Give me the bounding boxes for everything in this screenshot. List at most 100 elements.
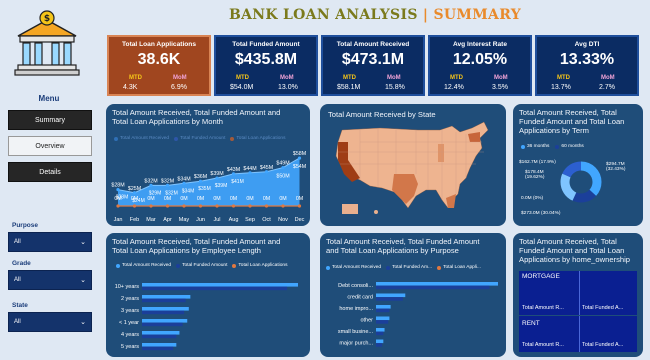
received-data-label: $25M — [128, 186, 141, 192]
purpose-panel: Total Amount Received, Total Funded Amou… — [320, 233, 506, 357]
received-data-label: $34M — [177, 176, 190, 182]
received-data-label: $39M — [210, 171, 223, 177]
applications-point — [198, 204, 203, 208]
alaska-shape[interactable] — [342, 204, 358, 214]
funded-data-label: $54M — [293, 164, 306, 170]
treemap-tile-mortgage[interactable]: MORTGAGE Total Amount R... Total Funded … — [519, 271, 637, 315]
kpi-mtd-label: MTD — [343, 75, 356, 81]
received-bar — [142, 295, 191, 299]
treemap-sub-label: Total Amount R... — [522, 305, 564, 311]
received-bar — [376, 328, 385, 332]
kpi-card-loan-applications: Total Loan Applications 38.6K MTD MoM 4.… — [107, 35, 211, 96]
purpose-filter-select[interactable]: All ⌄ — [8, 232, 92, 252]
applications-point — [132, 204, 137, 208]
state-filter-label: State — [12, 302, 28, 309]
x-tick-label: Dec — [295, 217, 305, 223]
x-tick-label: Apr — [163, 217, 172, 223]
employee-length-legend: Total Amount Received Total Funded Amoun… — [116, 263, 287, 268]
grade-filter-select[interactable]: All ⌄ — [8, 270, 92, 290]
funded-data-label: $29M — [149, 190, 162, 196]
category-label: 2 years — [121, 296, 139, 302]
kpi-mtd-label: MTD — [557, 75, 570, 81]
funded-bar — [142, 310, 185, 315]
funded-bar — [376, 343, 383, 347]
received-data-label: $28M — [111, 183, 124, 189]
funded-data-label: $32M — [165, 190, 178, 196]
hawaii-shape[interactable] — [374, 210, 378, 214]
kpi-mom-label: MoM — [173, 75, 187, 81]
title-line: Total Amount Received, Total Funded Amou… — [326, 237, 480, 246]
funded-data-label: $35M — [198, 186, 211, 192]
kpi-label: Total Loan Applications — [122, 41, 196, 48]
chevron-down-icon: ⌄ — [80, 277, 86, 284]
kpi-mtd-value: 13.7% — [551, 84, 571, 91]
home-ownership-title: Total Amount Received, Total Funded Amou… — [519, 237, 630, 264]
title-section: SUMMARY — [433, 7, 521, 23]
state-filter-select[interactable]: All ⌄ — [8, 312, 92, 332]
term-label: $178.4M (19.62%) — [525, 170, 545, 180]
x-tick-label: Jan — [114, 217, 123, 223]
received-bar — [142, 343, 177, 347]
funded-bar — [142, 322, 183, 327]
received-data-label: $49M — [276, 161, 289, 167]
applications-point — [116, 204, 120, 208]
received-bar — [376, 339, 384, 344]
monthly-chart-title: Total Amount Received, Total Funded Amou… — [112, 108, 280, 126]
treemap-tile-rent[interactable]: RENT Total Amount R... Total Funded A... — [519, 316, 637, 352]
menu-title: Menu — [38, 94, 60, 103]
kpi-label: Avg Interest Rate — [453, 41, 507, 48]
sidebar: $ Menu Summary Overview Details Purpose … — [0, 0, 98, 360]
treemap-divider — [579, 271, 580, 315]
legend-item: Total Amount Received — [332, 265, 382, 270]
x-tick-label: Oct — [262, 217, 271, 223]
title-line: Applications by home_ownership — [519, 255, 631, 264]
nav-overview-button[interactable]: Overview — [8, 136, 92, 156]
employee-length-bar-chart: 10+ years 2 years 3 years < 1 year 4 years 5 … — [115, 283, 298, 351]
term-label: $162.7M (17.9%) — [519, 160, 556, 165]
category-label: other — [360, 318, 373, 324]
kpi-value: $473.1M — [341, 51, 405, 68]
kpi-mom-label: MoM — [387, 75, 401, 81]
dashboard-title: BANK LOAN ANALYSIS | SUMMARY — [100, 2, 650, 28]
applications-data-label: 0M — [246, 196, 253, 202]
title-line: Total Amount Received, Total — [519, 237, 617, 246]
kpi-mom-value: 2.7% — [599, 84, 615, 91]
nav-summary-button[interactable]: Summary — [8, 110, 92, 130]
kpi-value: 13.33% — [559, 51, 615, 68]
category-label: Debt consoli... — [338, 283, 373, 289]
monthly-chart-panel: Total Amount Received, Total Funded Amou… — [106, 104, 310, 226]
funded-bar — [142, 286, 288, 291]
category-label: home impro... — [339, 306, 373, 312]
kpi-mtd-value: 12.4% — [444, 84, 464, 91]
home-ownership-panel: Total Amount Received, Total Funded Amou… — [513, 233, 643, 357]
bank-logo-icon: $ — [14, 10, 80, 76]
kpi-mom-label: MoM — [494, 75, 508, 81]
kpi-mtd-value: $58.1M — [337, 84, 361, 91]
received-data-label: $58M — [293, 151, 306, 157]
category-label: 4 years — [121, 332, 139, 338]
us-state-map[interactable] — [320, 104, 506, 226]
applications-data-label: 0M — [263, 196, 270, 202]
funded-bar — [142, 346, 174, 351]
applications-point — [231, 204, 236, 208]
legend-item: Total Funded Amount — [182, 263, 228, 268]
treemap-tile-label: MORTGAGE — [522, 273, 560, 280]
title-separator: | — [422, 7, 429, 23]
term-label: 0.0M (0%) — [521, 196, 544, 201]
kpi-mom-label: MoM — [280, 75, 294, 81]
received-bar — [376, 282, 498, 286]
received-bar — [142, 307, 189, 311]
nav-details-button[interactable]: Details — [8, 162, 92, 182]
monthly-line-chart: $28M0MJan$25M0MFeb$32M0MMar$32M0MApr$34M… — [111, 151, 306, 223]
funded-data-label: $28M — [116, 195, 129, 201]
illinois-shape[interactable] — [438, 144, 444, 162]
applications-point — [165, 204, 170, 208]
purpose-bar-chart: Debt consoli... credit card home impro... o… — [338, 282, 498, 347]
texas-shape[interactable] — [392, 174, 418, 204]
legend-dot — [232, 263, 237, 268]
treemap-tile-label: RENT — [522, 320, 540, 327]
applications-data-label: 0M — [213, 196, 220, 202]
purpose-chart-title: Total Amount Received, Total Funded Amou… — [326, 237, 480, 255]
chevron-down-icon: ⌄ — [80, 239, 86, 246]
received-bar — [142, 283, 298, 287]
